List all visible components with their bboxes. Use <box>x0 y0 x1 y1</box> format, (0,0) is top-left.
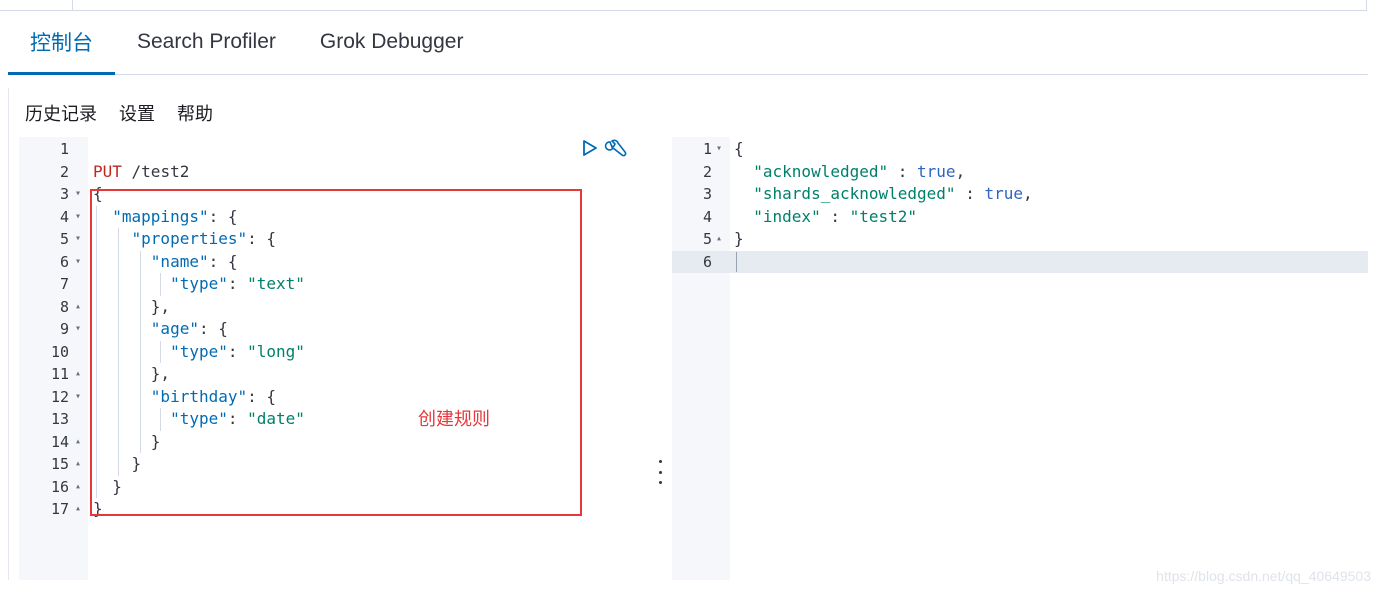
fold-toggle-icon[interactable]: ▾ <box>75 228 81 251</box>
line-number: 14 <box>50 432 69 451</box>
code-text: "shards_acknowledged" : true, <box>753 184 1033 203</box>
code-line: 2 PUT /test2 <box>19 161 651 184</box>
line-number: 11 <box>50 365 69 383</box>
fold-toggle-icon[interactable]: ▴ <box>75 431 81 454</box>
annotation-label: 创建规则 <box>418 409 490 429</box>
code-line: 6 <box>672 251 1368 274</box>
fold-toggle-icon[interactable]: ▴ <box>75 296 81 319</box>
fold-toggle-icon[interactable]: ▾ <box>75 251 81 274</box>
line-number: 16 <box>50 477 69 496</box>
fold-toggle-icon[interactable]: ▴ <box>716 228 722 251</box>
line-number: 4 <box>59 207 69 226</box>
tab-bar: 控制台 Search Profiler Grok Debugger <box>8 10 1368 75</box>
line-number: 5 <box>702 230 712 248</box>
line-number: 15 <box>50 455 69 473</box>
tab-search-profiler[interactable]: Search Profiler <box>115 10 298 74</box>
watermark: https://blog.csdn.net/qq_40649503 <box>1156 568 1371 584</box>
line-number: 12 <box>50 387 69 406</box>
fold-toggle-icon[interactable]: ▴ <box>75 453 81 476</box>
line-number: 17 <box>50 500 69 518</box>
code-line: 4 "index" : "test2" <box>672 206 1368 229</box>
fold-toggle-icon[interactable]: ▾ <box>716 138 722 161</box>
line-number: 1 <box>59 140 69 158</box>
line-number: 6 <box>59 252 69 271</box>
fold-toggle-icon[interactable]: ▴ <box>75 363 81 386</box>
code-text: "acknowledged" : true, <box>753 161 966 181</box>
fold-toggle-icon[interactable]: ▾ <box>75 386 81 409</box>
line-number: 8 <box>59 297 69 316</box>
code-line: 1 ▾ { <box>672 138 1368 161</box>
menu-settings[interactable]: 设置 <box>116 100 158 126</box>
code-line: 1 <box>19 138 651 161</box>
line-number: 1 <box>702 140 712 158</box>
tab-console[interactable]: 控制台 <box>8 10 115 75</box>
code-text: PUT /test2 <box>93 161 190 181</box>
line-number: 4 <box>702 207 712 226</box>
menu-help[interactable]: 帮助 <box>174 100 216 126</box>
fold-toggle-icon[interactable]: ▴ <box>75 498 81 521</box>
fold-toggle-icon[interactable]: ▴ <box>75 476 81 499</box>
code-line: 5 ▴} <box>672 228 1368 251</box>
menu-history[interactable]: 历史记录 <box>22 100 100 126</box>
line-number: 2 <box>702 162 712 181</box>
code-line: 3 "shards_acknowledged" : true, <box>672 183 1368 206</box>
line-number: 9 <box>59 320 69 338</box>
tab-grok-debugger[interactable]: Grok Debugger <box>298 10 486 74</box>
text-cursor <box>736 252 737 272</box>
highlight-box <box>90 189 582 516</box>
line-number: 3 <box>702 185 712 203</box>
fold-toggle-icon[interactable]: ▾ <box>75 318 81 341</box>
panel-resize-handle[interactable] <box>655 460 665 484</box>
line-number: 2 <box>59 162 69 181</box>
line-number: 5 <box>59 230 69 248</box>
code-text: { <box>734 139 744 158</box>
line-number: 7 <box>59 275 69 293</box>
line-number: 6 <box>702 252 712 271</box>
left-border <box>8 88 9 580</box>
line-number: 3 <box>59 185 69 203</box>
line-number: 10 <box>50 342 69 361</box>
code-text: } <box>734 229 744 248</box>
code-line: 2 "acknowledged" : true, <box>672 161 1368 184</box>
response-editor: 1 ▾{2 "acknowledged" : true, 3 "shards_ack… <box>672 137 1368 580</box>
fold-toggle-icon[interactable]: ▾ <box>75 183 81 206</box>
line-number: 13 <box>50 410 69 428</box>
code-text: "index" : "test2" <box>753 206 918 226</box>
console-menu: 历史记录 设置 帮助 <box>22 98 232 128</box>
fold-toggle-icon[interactable]: ▾ <box>75 206 81 229</box>
